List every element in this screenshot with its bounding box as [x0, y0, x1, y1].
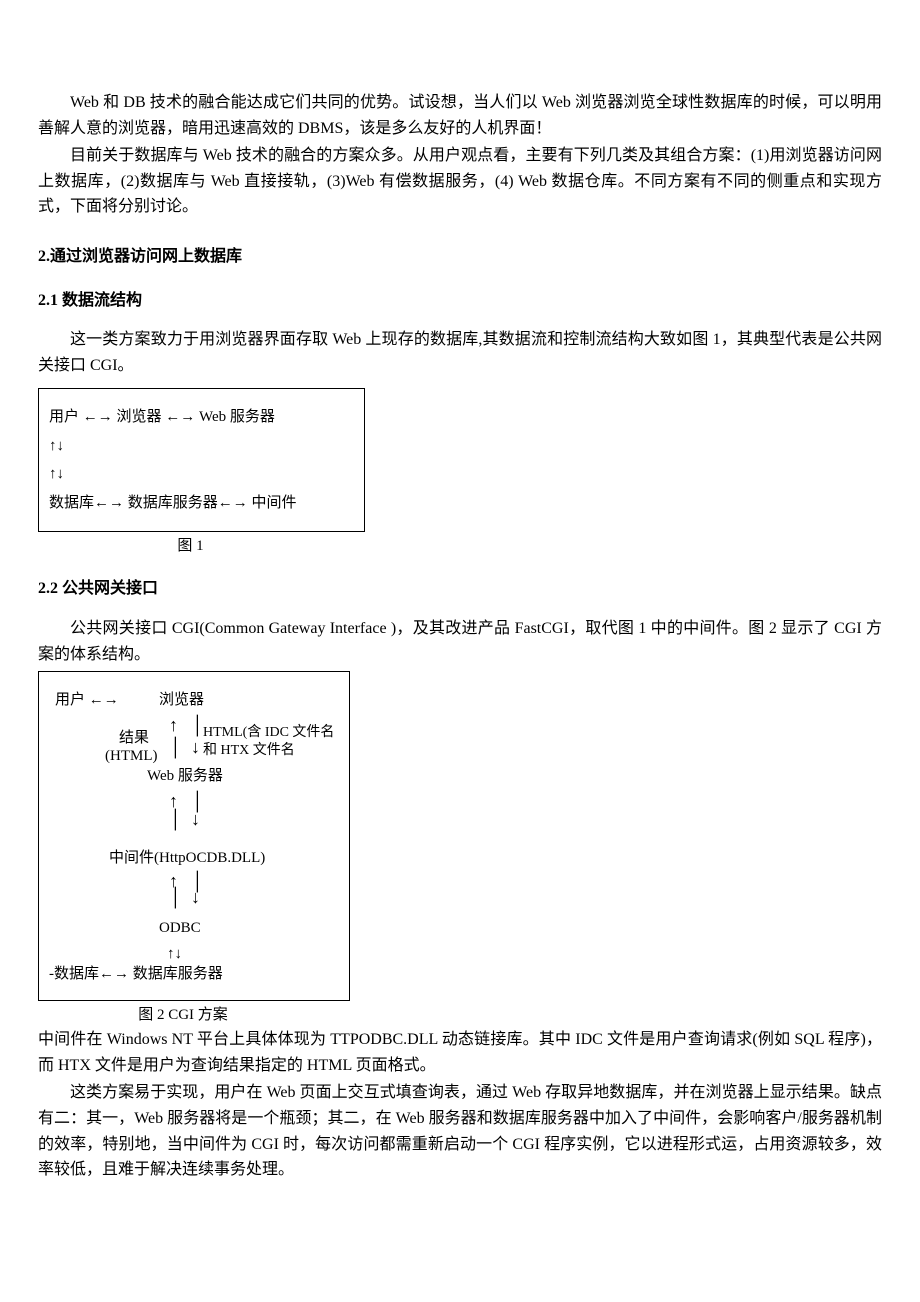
figure-2-caption: 图 2 CGI 方案 — [38, 1003, 328, 1027]
figure-1-row-2: ↑↓ — [49, 432, 354, 461]
figure-2-odbc: ODBC — [159, 914, 201, 943]
figure-2-middleware: 中间件(HttpOCDB.DLL) — [109, 844, 265, 873]
up-arrow-icon: │ — [169, 738, 182, 756]
figure-1-row-1: 用户 ←→ 浏览器 ←→ Web 服务器 — [49, 403, 354, 432]
up-arrow-icon: ↑ — [169, 792, 178, 810]
down-arrow-icon: │ — [191, 716, 204, 734]
figure-2-html-label-2: 和 HTX 文件名 — [203, 738, 295, 765]
down-arrow-icon: ↓ — [191, 810, 200, 828]
section-2-1-heading: 2.1 数据流结构 — [38, 288, 882, 314]
figure-1-row-3: ↑↓ — [49, 460, 354, 489]
figure-2-web-server: Web 服务器 — [147, 762, 223, 791]
section-2-heading: 2.通过浏览器访问网上数据库 — [38, 244, 882, 270]
up-arrow-icon: │ — [169, 888, 182, 906]
section-2-2-paragraph-1: 公共网关接口 CGI(Common Gateway Interface )，及其… — [38, 616, 882, 667]
down-arrow-icon: ↓ — [191, 888, 200, 906]
figure-2-database-row: -数据库←→ 数据库服务器 — [49, 960, 223, 989]
intro-paragraph-2: 目前关于数据库与 Web 技术的融合的方案众多。从用户观点看，主要有下列几类及其… — [38, 143, 882, 220]
section-2-2-heading: 2.2 公共网关接口 — [38, 576, 882, 602]
figure-1-row-4: 数据库←→ 数据库服务器←→ 中间件 — [49, 489, 354, 518]
up-arrow-icon: │ — [169, 810, 182, 828]
section-2-2-paragraph-2: 中间件在 Windows NT 平台上具体体现为 TTPODBC.DLL 动态链… — [38, 1027, 882, 1078]
up-arrow-icon: ↑ — [169, 716, 178, 734]
document-page: Web 和 DB 技术的融合能达成它们共同的优势。试设想，当人们以 Web 浏览… — [0, 0, 920, 1225]
figure-2-browser: 浏览器 — [159, 686, 204, 715]
intro-paragraph-1: Web 和 DB 技术的融合能达成它们共同的优势。试设想，当人们以 Web 浏览… — [38, 90, 882, 141]
section-2-2-paragraph-3: 这类方案易于实现，用户在 Web 页面上交互式填查询表，通过 Web 存取异地数… — [38, 1080, 882, 1182]
figure-1-caption: 图 1 — [38, 534, 343, 558]
down-arrow-icon: ↓ — [191, 738, 200, 756]
section-2-1-paragraph-1: 这一类方案致力于用浏览器界面存取 Web 上现存的数据库,其数据流和控制流结构大… — [38, 327, 882, 378]
figure-1-box: 用户 ←→ 浏览器 ←→ Web 服务器 ↑↓ ↑↓ 数据库←→ 数据库服务器←… — [38, 388, 365, 532]
figure-2-user: 用户 ←→ — [55, 686, 119, 715]
figure-2-box: 用户 ←→ 浏览器 结果 (HTML) ↑ │ │ ↓ HTML(含 IDC 文… — [38, 671, 350, 1001]
down-arrow-icon: │ — [191, 792, 204, 810]
